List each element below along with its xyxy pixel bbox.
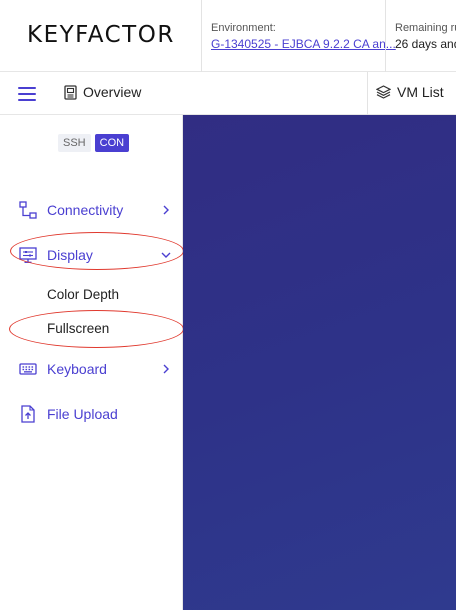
hamburger-icon[interactable] xyxy=(18,87,36,101)
sidebar-item-label: Keyboard xyxy=(47,361,107,377)
chevron-right-icon xyxy=(163,364,169,374)
environment-link[interactable]: G-1340525 - EJBCA 9.2.2 CA an... xyxy=(211,37,396,51)
display-settings-icon xyxy=(19,247,37,263)
document-icon xyxy=(64,84,77,100)
sidebar-item-display[interactable]: Display xyxy=(0,240,183,270)
remaining-time-label: Remaining ru xyxy=(395,22,456,34)
con-mode-button[interactable]: CON xyxy=(94,134,130,152)
header-divider xyxy=(385,0,386,72)
vm-list-label: VM List xyxy=(397,84,444,100)
sidebar-item-file-upload[interactable]: File Upload xyxy=(0,399,183,429)
sidebar-item-keyboard[interactable]: Keyboard xyxy=(0,354,183,384)
sidebar-item-label: Display xyxy=(47,247,93,263)
header-divider xyxy=(201,0,202,72)
overview-button[interactable]: Overview xyxy=(64,84,141,100)
chevron-right-icon xyxy=(163,205,169,215)
toolbar-divider xyxy=(367,72,368,115)
environment-label: Environment: xyxy=(211,22,276,34)
console-display-area[interactable] xyxy=(183,115,456,610)
keyfactor-logo[interactable]: KEYFACTOR xyxy=(27,22,175,48)
network-icon xyxy=(19,201,37,219)
sidebar-item-connectivity[interactable]: Connectivity xyxy=(0,195,183,225)
app-header: KEYFACTOR Environment: G-1340525 - EJBCA… xyxy=(0,0,456,72)
ssh-mode-button[interactable]: SSH xyxy=(58,134,91,152)
sidebar-item-label: File Upload xyxy=(47,406,118,422)
submenu-item-color-depth[interactable]: Color Depth xyxy=(47,287,119,302)
connection-mode-toggle: SSH CON xyxy=(58,134,130,152)
keyboard-icon xyxy=(19,363,37,375)
sidebar: SSH CON Connectivity Display Color Depth… xyxy=(0,115,184,610)
toolbar: Overview VM List xyxy=(0,72,456,115)
submenu-item-fullscreen[interactable]: Fullscreen xyxy=(47,321,109,336)
file-upload-icon xyxy=(21,405,35,423)
layers-icon xyxy=(376,85,391,99)
overview-label: Overview xyxy=(83,84,142,100)
vm-list-button[interactable]: VM List xyxy=(376,84,444,100)
sidebar-item-label: Connectivity xyxy=(47,202,124,218)
remaining-time-value: 26 days and xyxy=(395,37,456,51)
chevron-down-icon xyxy=(161,252,171,258)
